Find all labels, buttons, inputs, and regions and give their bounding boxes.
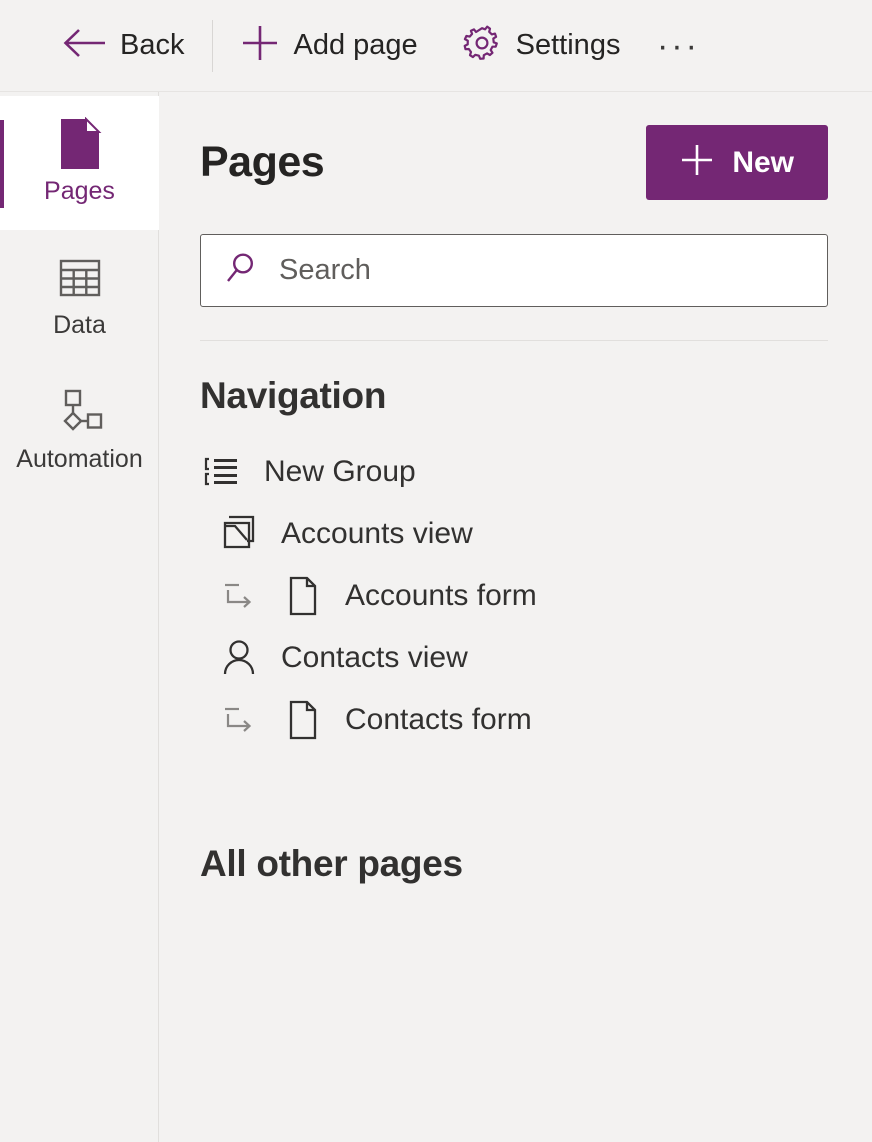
rail-label-automation: Automation bbox=[16, 444, 143, 473]
add-page-label: Add page bbox=[293, 29, 418, 61]
add-page-button[interactable]: Add page bbox=[231, 20, 427, 72]
command-bar: Back Add page Settings ··· bbox=[0, 0, 872, 92]
panel-header: Pages New bbox=[159, 92, 872, 200]
tree-item-new-group[interactable]: New Group bbox=[159, 441, 872, 503]
tree-item-accounts-view[interactable]: Accounts view bbox=[159, 503, 872, 565]
rail-label-pages: Pages bbox=[44, 176, 115, 205]
tree-label-new-group: New Group bbox=[264, 455, 416, 488]
overflow-menu-button[interactable]: ··· bbox=[648, 20, 708, 72]
toolbar-divider bbox=[212, 19, 214, 72]
rail-item-pages[interactable]: Pages bbox=[0, 96, 159, 230]
search-icon bbox=[223, 250, 259, 291]
back-button[interactable]: Back bbox=[52, 20, 194, 72]
settings-button[interactable]: Settings bbox=[452, 20, 631, 72]
page-title: Pages bbox=[200, 138, 325, 186]
page-icon bbox=[57, 116, 103, 169]
left-rail: Pages Data Automation bbox=[0, 92, 159, 1142]
page-outline-icon bbox=[281, 698, 325, 742]
navigation-heading: Navigation bbox=[200, 375, 387, 416]
tree-item-contacts-view[interactable]: Contacts view bbox=[159, 627, 872, 689]
page-outline-icon bbox=[281, 574, 325, 618]
search-box[interactable] bbox=[200, 234, 828, 307]
back-label: Back bbox=[120, 29, 185, 61]
group-list-icon bbox=[200, 453, 244, 491]
tree-item-accounts-form[interactable]: Accounts form bbox=[159, 565, 872, 627]
search-input[interactable] bbox=[279, 235, 805, 306]
gear-icon bbox=[462, 23, 502, 68]
tree-label-contacts-form: Contacts form bbox=[345, 703, 532, 736]
plus-icon bbox=[241, 24, 279, 67]
app-body: Pages Data Automation Pages New Search N… bbox=[0, 92, 872, 1142]
search-row bbox=[159, 200, 872, 341]
person-icon bbox=[217, 636, 261, 680]
flowchart-icon bbox=[55, 389, 105, 435]
rail-item-automation[interactable]: Automation bbox=[0, 364, 159, 498]
settings-label: Settings bbox=[515, 29, 621, 61]
rail-item-data[interactable]: Data bbox=[0, 230, 159, 364]
entity-view-icon bbox=[217, 512, 261, 556]
rail-label-data: Data bbox=[53, 310, 106, 339]
tree-item-contacts-form[interactable]: Contacts form bbox=[159, 689, 872, 751]
arrow-left-icon bbox=[62, 26, 106, 65]
tree-label-contacts-view: Contacts view bbox=[281, 641, 468, 674]
tree-label-accounts-form: Accounts form bbox=[345, 579, 537, 612]
navigation-tree: New Group Accounts view Accounts form Co… bbox=[159, 417, 872, 751]
all-other-pages-heading: All other pages bbox=[200, 843, 463, 884]
new-page-button[interactable]: New bbox=[646, 125, 828, 200]
new-page-label: New bbox=[732, 145, 794, 179]
ellipsis-icon: ··· bbox=[656, 26, 700, 65]
subpage-arrow-icon bbox=[217, 700, 261, 740]
tree-label-accounts-view: Accounts view bbox=[281, 517, 473, 550]
plus-icon bbox=[680, 143, 714, 182]
table-icon bbox=[58, 255, 102, 301]
pages-panel: Pages New Search Navigation New Group Ac… bbox=[159, 92, 872, 1142]
subpage-arrow-icon bbox=[217, 576, 261, 616]
